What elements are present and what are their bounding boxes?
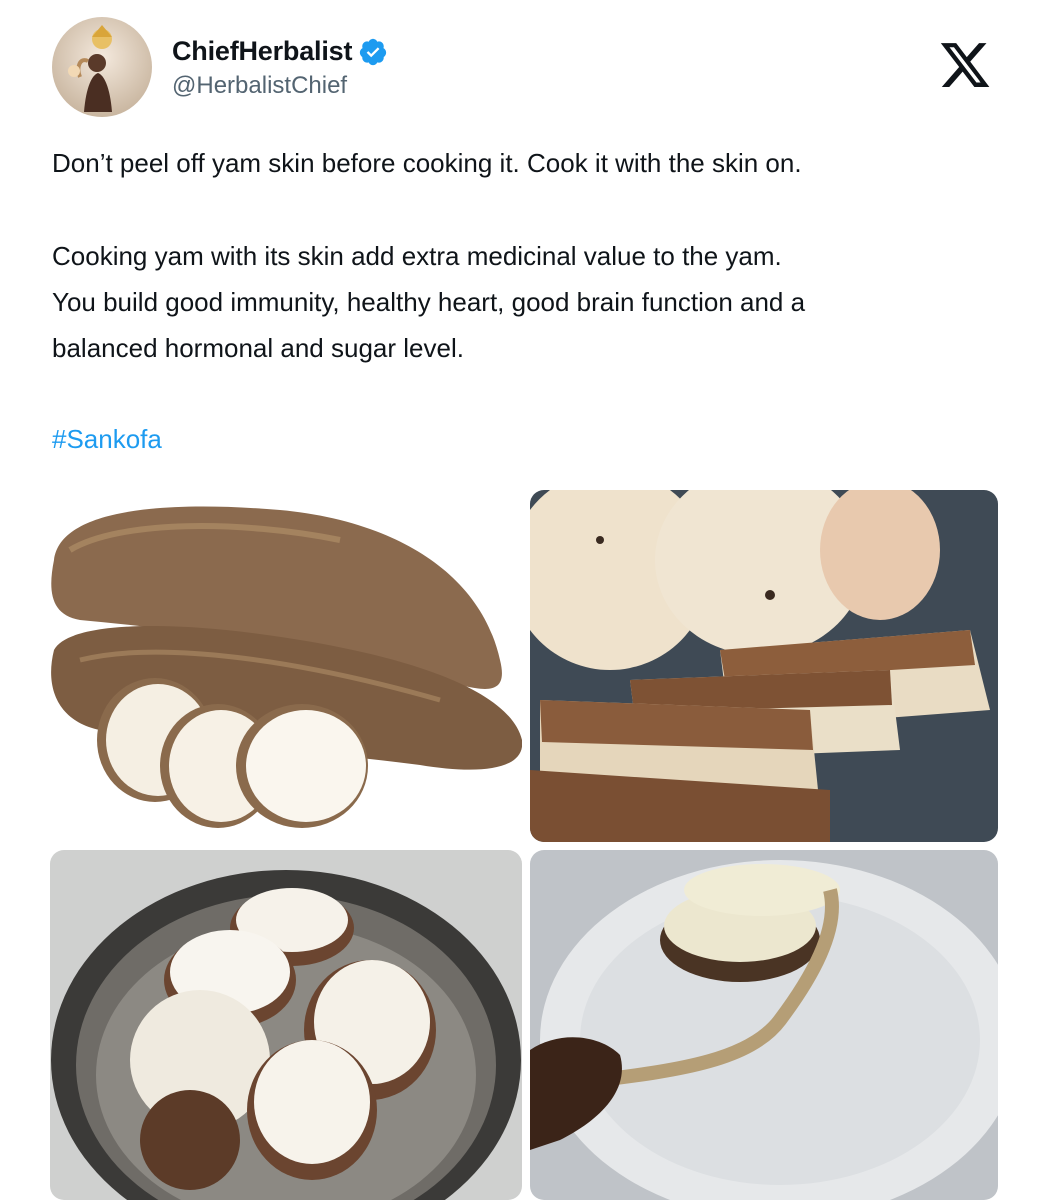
avatar[interactable] [52, 17, 152, 117]
display-name[interactable]: ChiefHerbalist [172, 36, 352, 67]
tweet-text-line: Cooking yam with its skin add extra medi… [52, 241, 782, 271]
tweet-text-paragraph-2: Cooking yam with its skin add extra medi… [52, 233, 1012, 371]
hashtag-link[interactable]: #Sankofa [52, 424, 162, 455]
whole-yam-with-slices-photo[interactable] [40, 490, 522, 842]
yam-in-pot-photo[interactable] [50, 850, 522, 1200]
tweet-text-paragraph-1: Don’t peel off yam skin before cooking i… [52, 148, 802, 178]
author-name-row: ChiefHerbalist [172, 36, 388, 67]
user-handle[interactable]: @HerbalistChief [172, 72, 347, 100]
verified-badge-icon [360, 38, 387, 65]
peeled-yam-on-plate-photo[interactable] [530, 850, 998, 1200]
tweet-text-line: balanced hormonal and sugar level. [52, 333, 464, 363]
sliced-yam-closeup-photo[interactable] [530, 490, 998, 842]
x-logo-icon [940, 43, 990, 87]
tweet-text-line: You build good immunity, healthy heart, … [52, 287, 806, 317]
tweet-card: ChiefHerbalist @HerbalistChief Don’t pee… [0, 0, 1055, 1200]
